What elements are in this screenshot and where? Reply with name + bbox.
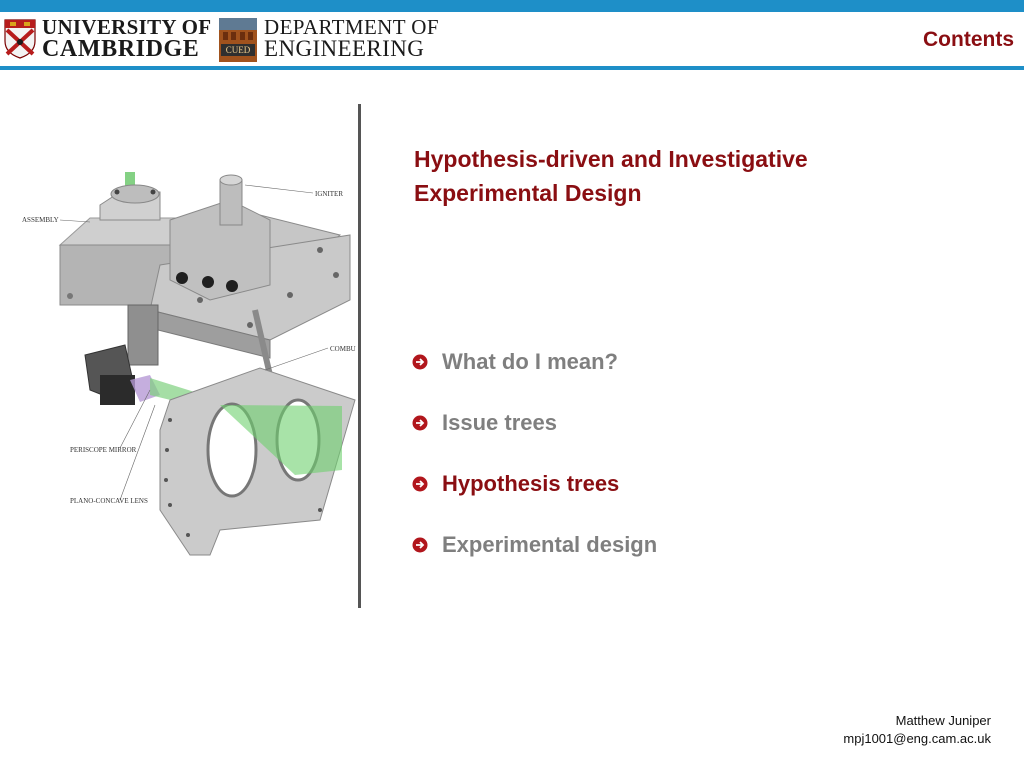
cued-badge-text: CUED: [226, 45, 251, 55]
label-periscope-mirror: PERISCOPE MIRROR: [70, 446, 137, 454]
university-name: UNIVERSITY OF CAMBRIDGE: [42, 15, 212, 62]
footer: Matthew Juniper mpj1001@eng.cam.ac.uk: [843, 712, 991, 748]
contents-item-label[interactable]: Experimental design: [442, 532, 657, 558]
contents-item-what-do-i-mean[interactable]: What do I mean?: [412, 349, 657, 410]
department-line-1: DEPARTMENT OF: [264, 15, 439, 39]
arrow-bullet-icon: [412, 537, 428, 553]
department-name: DEPARTMENT OF ENGINEERING: [264, 16, 439, 60]
top-accent-bar: [0, 0, 1024, 12]
label-combustor: COMBU: [330, 345, 356, 353]
header-divider: [0, 66, 1024, 70]
contents-link[interactable]: Contents: [923, 28, 1014, 52]
label-plano-concave-lens: PLANO-CONCAVE LENS: [70, 497, 148, 505]
university-line-1: UNIVERSITY OF: [42, 15, 212, 39]
author-email: mpj1001@eng.cam.ac.uk: [843, 731, 991, 746]
arrow-bullet-icon: [412, 354, 428, 370]
contents-item-issue-trees[interactable]: Issue trees: [412, 410, 657, 471]
contents-item-label[interactable]: Issue trees: [442, 410, 557, 436]
department-line-2: ENGINEERING: [264, 36, 425, 61]
contents-item-label[interactable]: What do I mean?: [442, 349, 618, 375]
header: UNIVERSITY OF CAMBRIDGE CUED DEPARTMENT …: [0, 12, 1024, 66]
contents-item-experimental-design[interactable]: Experimental design: [412, 532, 657, 593]
label-assembly: ASSEMBLY: [22, 216, 59, 224]
cued-logo: CUED: [219, 18, 257, 62]
arrow-bullet-icon: [412, 415, 428, 431]
slide-title-line-1: Hypothesis-driven and Investigative: [414, 146, 808, 172]
arrow-bullet-icon: [412, 476, 428, 492]
cambridge-crest-logo: [4, 19, 36, 59]
author-name: Matthew Juniper: [895, 713, 991, 728]
contents-item-hypothesis-trees[interactable]: Hypothesis trees: [412, 471, 657, 532]
slide-title-line-2: Experimental Design: [414, 180, 642, 206]
university-line-2: CAMBRIDGE: [42, 36, 200, 62]
contents-list: What do I mean? Issue trees Hypothesis t…: [412, 349, 657, 593]
label-igniter: IGNITER: [315, 190, 343, 198]
slide-title: Hypothesis-driven and Investigative Expe…: [414, 142, 974, 210]
combustor-apparatus-diagram: IGNITER ASSEMBLY COMBU PERISCOPE MIRROR …: [22, 172, 356, 556]
contents-item-label[interactable]: Hypothesis trees: [442, 471, 619, 497]
vertical-divider: [358, 104, 361, 608]
